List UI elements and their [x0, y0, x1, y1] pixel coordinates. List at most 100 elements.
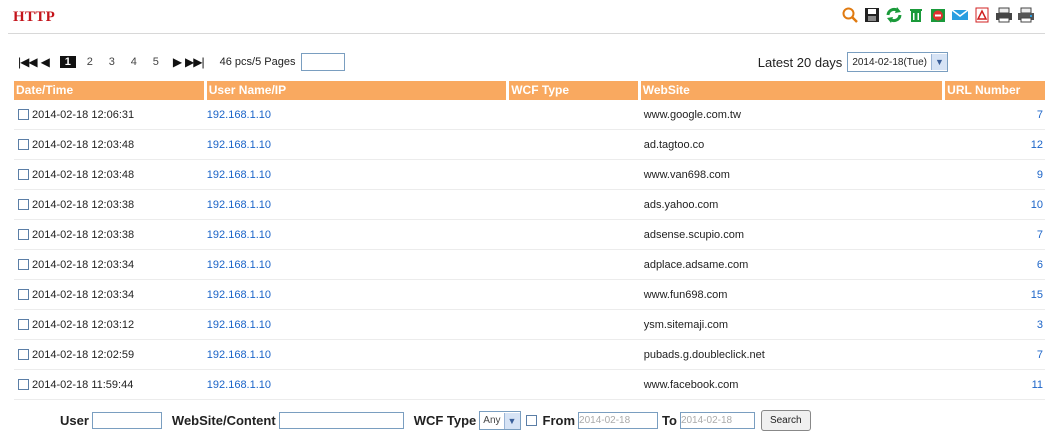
wcf-type-value: Any	[483, 415, 501, 426]
ip-link[interactable]: 192.168.1.10	[207, 259, 506, 271]
col-header-website[interactable]: WebSite	[640, 81, 943, 100]
page-4[interactable]: 4	[126, 56, 142, 68]
ip-link[interactable]: 192.168.1.10	[207, 289, 506, 301]
user-input[interactable]	[91, 412, 162, 429]
url-number-link[interactable]: 11	[945, 379, 1045, 391]
to-label: To	[662, 413, 677, 428]
url-number-link[interactable]: 3	[945, 319, 1045, 331]
datetime-cell: 2014-02-18 11:59:44	[14, 379, 204, 391]
datetime-cell: 2014-02-18 12:03:48	[14, 169, 204, 181]
pdf-icon[interactable]	[973, 6, 991, 24]
row-checkbox[interactable]	[18, 139, 29, 150]
ip-link[interactable]: 192.168.1.10	[207, 229, 506, 241]
ip-link[interactable]: 192.168.1.10	[207, 109, 506, 121]
table-row: 2014-02-18 12:03:12 192.168.1.10 ysm.sitem…	[14, 310, 1045, 340]
trash-icon[interactable]	[907, 6, 925, 24]
row-checkbox[interactable]	[18, 169, 29, 180]
chevron-down-icon[interactable]: ▼	[503, 412, 520, 429]
last-page-button[interactable]: ▶▶|	[185, 55, 205, 69]
url-number-link[interactable]: 15	[945, 289, 1045, 301]
datetime-cell: 2014-02-18 12:03:38	[14, 229, 204, 241]
mail-icon[interactable]	[951, 6, 969, 24]
wcf-type-select[interactable]: Any ▼	[479, 411, 521, 430]
website-cell: www.facebook.com	[643, 378, 739, 391]
datetime-value: 2014-02-18 12:06:31	[32, 108, 135, 121]
row-checkbox[interactable]	[18, 319, 29, 330]
row-checkbox[interactable]	[18, 199, 29, 210]
block-icon[interactable]	[929, 6, 947, 24]
prev-page-button[interactable]: ◀	[41, 55, 50, 69]
toolbar	[841, 6, 1035, 24]
from-checkbox[interactable]	[525, 415, 537, 426]
col-header-wcf[interactable]: WCF Type	[509, 81, 638, 100]
ip-link[interactable]: 192.168.1.10	[207, 199, 506, 211]
row-checkbox[interactable]	[18, 379, 29, 390]
row-checkbox[interactable]	[18, 229, 29, 240]
col-header-url-number[interactable]: URL Number	[945, 81, 1045, 100]
print-icon[interactable]	[995, 6, 1013, 24]
table-header: Date/Time User Name/IP WCF Type WebSite …	[14, 81, 1045, 100]
refresh-icon[interactable]	[885, 6, 903, 24]
print-all-icon[interactable]	[1017, 6, 1035, 24]
ip-link[interactable]: 192.168.1.10	[207, 349, 506, 361]
website-cell: pubads.g.doubleclick.net	[643, 348, 765, 361]
table-row: 2014-02-18 12:06:31 192.168.1.10 www.googl…	[14, 100, 1045, 130]
goto-page-input[interactable]	[301, 53, 346, 71]
datetime-value: 2014-02-18 12:03:38	[32, 228, 135, 241]
row-checkbox[interactable]	[18, 289, 29, 300]
datetime-cell: 2014-02-18 12:03:34	[14, 259, 204, 271]
row-checkbox[interactable]	[18, 349, 29, 360]
table-row: 2014-02-18 12:03:48 192.168.1.10 ad.tagtoo…	[14, 130, 1045, 160]
datetime-cell: 2014-02-18 12:03:34	[14, 289, 204, 301]
datetime-value: 2014-02-18 12:03:38	[32, 198, 135, 211]
table-row: 2014-02-18 12:03:48 192.168.1.10 www.van69…	[14, 160, 1045, 190]
user-label: User	[60, 413, 89, 428]
table-row: 2014-02-18 12:03:38 192.168.1.10 ads.yahoo…	[14, 190, 1045, 220]
website-cell: adplace.adsame.com	[643, 258, 749, 271]
url-number-link[interactable]: 12	[945, 139, 1045, 151]
page-1[interactable]: 1	[59, 56, 76, 68]
url-number-link[interactable]: 7	[945, 109, 1045, 121]
website-input[interactable]	[278, 412, 404, 429]
url-number-link[interactable]: 6	[945, 259, 1045, 271]
floppy-disk-icon[interactable]	[863, 6, 881, 24]
datetime-value: 2014-02-18 12:02:59	[32, 348, 135, 361]
datetime-value: 2014-02-18 12:03:48	[32, 168, 135, 181]
row-checkbox[interactable]	[18, 109, 29, 120]
page-2[interactable]: 2	[82, 56, 98, 68]
website-label: WebSite/Content	[171, 413, 276, 428]
table-row: 2014-02-18 12:02:59 192.168.1.10 pubads.g.…	[14, 340, 1045, 370]
table-body: 2014-02-18 12:06:31 192.168.1.10 www.googl…	[14, 100, 1045, 400]
ip-link[interactable]: 192.168.1.10	[207, 379, 506, 391]
col-header-datetime[interactable]: Date/Time	[14, 81, 204, 100]
row-checkbox[interactable]	[18, 259, 29, 270]
datetime-cell: 2014-02-18 12:03:38	[14, 199, 204, 211]
datetime-value: 2014-02-18 12:03:12	[32, 318, 135, 331]
page-3[interactable]: 3	[104, 56, 120, 68]
datetime-cell: 2014-02-18 12:03:48	[14, 139, 204, 151]
to-date-input[interactable]	[679, 412, 755, 429]
chevron-down-icon[interactable]: ▼	[931, 54, 947, 70]
ip-link[interactable]: 192.168.1.10	[207, 319, 506, 331]
from-date-input[interactable]	[578, 412, 659, 429]
col-header-user[interactable]: User Name/IP	[206, 81, 507, 100]
next-page-button[interactable]: ▶	[173, 55, 182, 69]
website-cell: ysm.sitemaji.com	[643, 318, 729, 331]
url-number-link[interactable]: 9	[945, 169, 1045, 181]
page-5[interactable]: 5	[148, 56, 164, 68]
date-range-filter: Latest 20 days 2014-02-18(Tue) ▼	[758, 52, 948, 72]
table-row: 2014-02-18 12:03:34 192.168.1.10 www.fun69…	[14, 280, 1045, 310]
date-select[interactable]: 2014-02-18(Tue) ▼	[847, 52, 948, 72]
ip-link[interactable]: 192.168.1.10	[207, 169, 506, 181]
page-title: HTTP	[13, 9, 56, 25]
search-icon[interactable]	[841, 6, 859, 24]
ip-link[interactable]: 192.168.1.10	[207, 139, 506, 151]
title-divider	[8, 33, 1045, 34]
first-page-button[interactable]: |◀◀	[18, 55, 38, 69]
website-cell: www.van698.com	[643, 168, 730, 181]
url-number-link[interactable]: 7	[945, 229, 1045, 241]
url-number-link[interactable]: 7	[945, 349, 1045, 361]
url-number-link[interactable]: 10	[945, 199, 1045, 211]
http-log-table: Date/Time User Name/IP WCF Type WebSite …	[14, 81, 1045, 400]
table-row: 2014-02-18 12:03:34 192.168.1.10 adplace.a…	[14, 250, 1045, 280]
